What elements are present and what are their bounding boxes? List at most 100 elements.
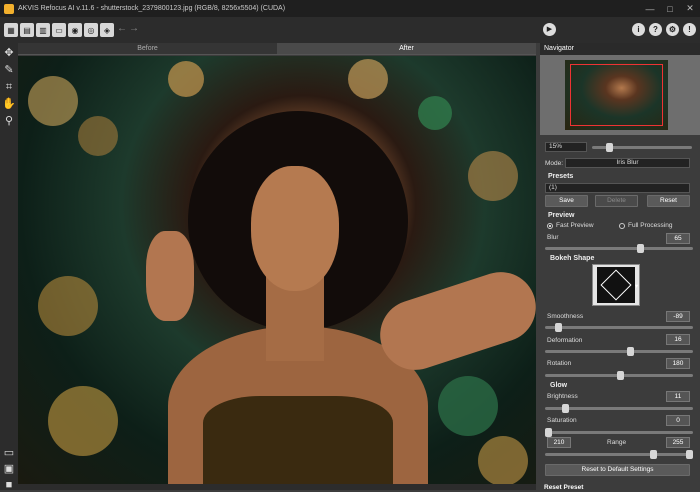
redo-icon[interactable]: → bbox=[128, 23, 140, 37]
subject-dress bbox=[203, 396, 393, 484]
deformation-slider-knob[interactable] bbox=[627, 347, 634, 356]
bokeh-shape-title: Bokeh Shape bbox=[550, 255, 595, 262]
zoom-icon[interactable]: ⚲ bbox=[2, 114, 16, 128]
fast-preview-radio[interactable] bbox=[547, 223, 553, 229]
bokeh-light bbox=[348, 59, 388, 99]
reset-preset-button[interactable]: Reset bbox=[647, 195, 690, 207]
maximize-button[interactable]: □ bbox=[660, 4, 680, 14]
zoom-slider-knob[interactable] bbox=[606, 143, 613, 152]
delete-preset-button[interactable]: Delete bbox=[595, 195, 638, 207]
brightness-label: Brightness bbox=[547, 393, 578, 400]
smoothness-slider-knob[interactable] bbox=[555, 323, 562, 332]
tab-before[interactable]: Before bbox=[18, 43, 277, 55]
reset-default-settings-button[interactable]: Reset to Default Settings bbox=[545, 464, 690, 476]
blur-slider-knob[interactable] bbox=[637, 244, 644, 253]
horizontal-scrollbar[interactable] bbox=[18, 484, 536, 490]
blur-slider[interactable] bbox=[545, 244, 693, 253]
bokeh-light bbox=[168, 61, 204, 97]
save-preset-button[interactable]: Save bbox=[545, 195, 588, 207]
bokeh-light bbox=[28, 76, 78, 126]
preview-title: Preview bbox=[548, 212, 575, 219]
diamond-shape-icon bbox=[600, 269, 632, 301]
brightness-value[interactable]: 11 bbox=[666, 391, 690, 402]
crop-icon[interactable]: ⌗ bbox=[2, 80, 16, 94]
saturation-label: Saturation bbox=[547, 417, 577, 424]
smoothness-value[interactable]: -89 bbox=[666, 311, 690, 322]
plugins-icon[interactable]: ◈ bbox=[100, 23, 114, 37]
minimize-button[interactable]: — bbox=[640, 4, 660, 14]
navigator-view-frame[interactable] bbox=[570, 64, 663, 126]
navigator-preview[interactable] bbox=[540, 55, 700, 135]
smoothness-label: Smoothness bbox=[547, 313, 584, 320]
undo-icon[interactable]: ← bbox=[116, 23, 128, 37]
feedback-icon[interactable]: ! bbox=[683, 23, 696, 36]
range-min-knob[interactable] bbox=[650, 450, 657, 459]
blur-label: Blur bbox=[547, 234, 559, 241]
range-slider[interactable] bbox=[545, 450, 693, 459]
settings-gear-icon[interactable]: ⚙ bbox=[666, 23, 679, 36]
bokeh-light bbox=[38, 276, 98, 336]
range-label: Range bbox=[607, 439, 627, 446]
app-logo-icon bbox=[4, 3, 14, 14]
brightness-slider-knob[interactable] bbox=[562, 404, 569, 413]
move-icon[interactable]: ✥ bbox=[2, 46, 16, 60]
about-icon[interactable]: i bbox=[632, 23, 645, 36]
rotation-label: Rotation bbox=[547, 360, 572, 367]
workspace-icon[interactable]: ▦ bbox=[4, 23, 18, 37]
title-bar: AKVIS Refocus AI v.11.6 - shutterstock_2… bbox=[0, 0, 700, 17]
blur-value[interactable]: 65 bbox=[666, 233, 690, 244]
saturation-slider-knob[interactable] bbox=[545, 428, 552, 437]
rotation-value[interactable]: 180 bbox=[666, 358, 690, 369]
tab-after[interactable]: After bbox=[277, 43, 536, 55]
bokeh-light bbox=[78, 116, 118, 156]
brightness-slider[interactable] bbox=[545, 404, 693, 413]
retouch-icon[interactable]: ✎ bbox=[2, 63, 16, 77]
view-tabs: Before After bbox=[18, 43, 536, 55]
full-processing-radio[interactable] bbox=[619, 223, 625, 229]
navigator-title: Navigator bbox=[540, 43, 700, 55]
bokeh-light bbox=[478, 436, 528, 484]
settings-panel: Navigator 15% Mode: Iris Blur Presets (1… bbox=[540, 43, 700, 491]
rotation-slider-knob[interactable] bbox=[617, 371, 624, 380]
zoom-slider[interactable] bbox=[592, 143, 692, 152]
presets-title: Presets bbox=[548, 173, 574, 180]
bokeh-dropdown-arrow-icon[interactable]: ▾ bbox=[635, 282, 638, 290]
full-processing-label: Full Processing bbox=[628, 222, 673, 229]
print-icon[interactable]: ▭ bbox=[52, 23, 66, 37]
bokeh-shape-picker[interactable] bbox=[592, 264, 640, 306]
single-view-icon[interactable]: ▭ bbox=[2, 446, 16, 460]
image-canvas[interactable] bbox=[18, 56, 536, 484]
smoothness-slider[interactable] bbox=[545, 323, 693, 332]
preset-select[interactable]: (1) bbox=[545, 183, 690, 193]
range-max-value[interactable]: 255 bbox=[666, 437, 690, 448]
hand-icon[interactable]: ✋ bbox=[2, 97, 16, 111]
range-max-knob[interactable] bbox=[686, 450, 693, 459]
split-view-icon[interactable]: ▣ bbox=[2, 462, 16, 476]
batch-icon[interactable]: ◎ bbox=[84, 23, 98, 37]
close-button[interactable]: ✕ bbox=[680, 3, 700, 14]
saturation-slider[interactable] bbox=[545, 428, 693, 437]
subject-hand bbox=[146, 231, 194, 321]
help-icon[interactable]: ? bbox=[649, 23, 662, 36]
subject-face bbox=[251, 166, 339, 291]
rotation-slider[interactable] bbox=[545, 371, 693, 380]
bokeh-light bbox=[438, 376, 498, 436]
deformation-value[interactable]: 16 bbox=[666, 334, 690, 345]
deformation-label: Deformation bbox=[547, 337, 583, 344]
zoom-select[interactable]: 15% bbox=[545, 142, 587, 152]
bokeh-light bbox=[48, 386, 118, 456]
mode-select[interactable]: Iris Blur bbox=[565, 158, 690, 168]
bokeh-shape-preview bbox=[597, 267, 635, 303]
open-icon[interactable]: ▤ bbox=[20, 23, 34, 37]
deformation-slider[interactable] bbox=[545, 347, 693, 356]
range-min-value[interactable]: 210 bbox=[547, 437, 571, 448]
run-button[interactable]: ▶ bbox=[543, 23, 556, 36]
subject-arm bbox=[371, 262, 536, 380]
fast-preview-label: Fast Preview bbox=[556, 222, 594, 229]
save-icon[interactable]: ▥ bbox=[36, 23, 50, 37]
tools-panel: ✥ ✎ ⌗ ✋ ⚲ ▭ ▣ ■ bbox=[0, 43, 18, 491]
bokeh-light bbox=[468, 151, 518, 201]
saturation-value[interactable]: 0 bbox=[666, 415, 690, 426]
bokeh-light bbox=[418, 96, 452, 130]
share-icon[interactable]: ◉ bbox=[68, 23, 82, 37]
